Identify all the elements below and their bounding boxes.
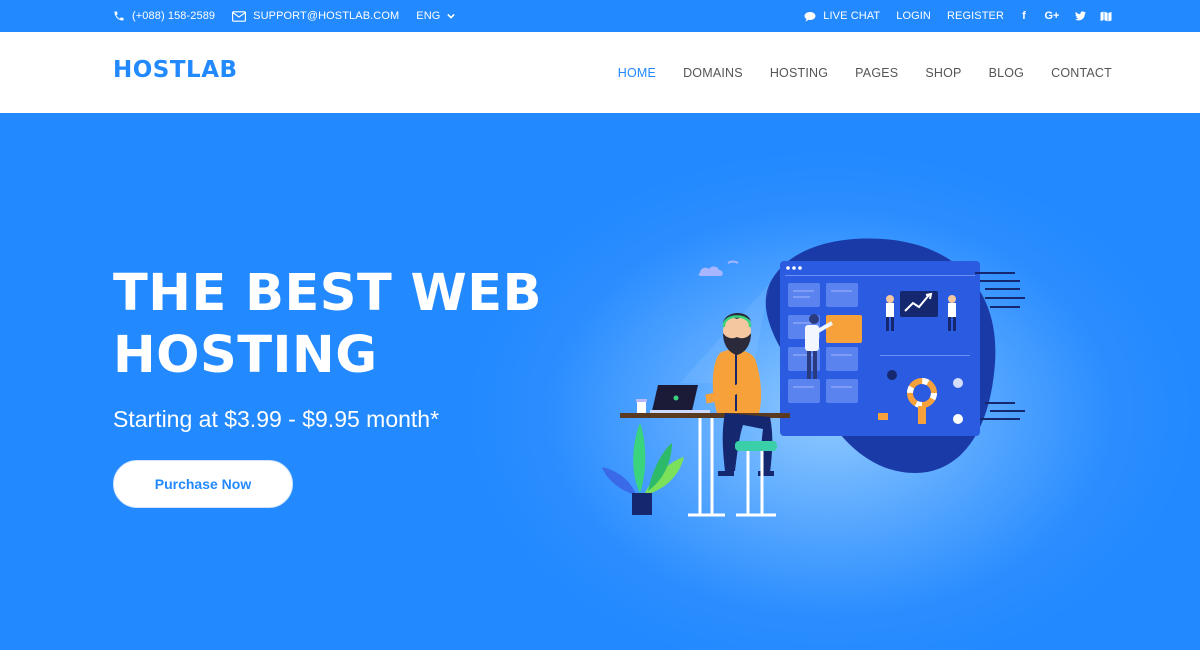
facebook-icon[interactable]: f — [1018, 9, 1030, 23]
register-label: REGISTER — [946, 10, 1004, 22]
hero-title-line-2: HOSTING — [113, 326, 378, 385]
map-icon[interactable] — [1100, 9, 1112, 23]
chevron-down-icon — [447, 13, 456, 19]
register-link[interactable]: REGISTER — [947, 10, 1004, 22]
phone-icon — [114, 11, 124, 21]
envelope-icon — [232, 10, 247, 22]
nav-home[interactable]: HOME — [618, 66, 656, 80]
top-bar: (+088) 158-2589 SUPPORT@HOSTLAB.COM ENG … — [0, 0, 1200, 32]
hero-title: THE BEST WEB HOSTING — [113, 263, 593, 387]
man-at-desk-figure — [705, 312, 774, 476]
google-plus-icon[interactable]: G+ — [1044, 9, 1060, 23]
highlighted-card — [826, 315, 862, 343]
phone-number: (+088) 158-2589 — [132, 10, 216, 22]
twitter-icon[interactable] — [1074, 9, 1086, 23]
nav-contact[interactable]: CONTACT — [1051, 66, 1112, 80]
nav-shop[interactable]: SHOP — [925, 66, 961, 80]
nav-hosting[interactable]: HOSTING — [770, 66, 828, 80]
language-selector[interactable]: ENG — [416, 10, 456, 22]
hero-illustration — [602, 238, 1025, 517]
nav-pages[interactable]: PAGES — [855, 66, 898, 80]
login-label: LOGIN — [896, 10, 931, 22]
main-header: HOSTLAB HOME DOMAINS HOSTING PAGES SHOP … — [0, 32, 1200, 113]
nav-domains[interactable]: DOMAINS — [683, 66, 743, 80]
live-chat-label: LIVE CHAT — [823, 10, 881, 22]
email-contact[interactable]: SUPPORT@HOSTLAB.COM — [232, 10, 399, 22]
chat-icon — [804, 11, 816, 21]
hero-section: THE BEST WEB HOSTING Starting at $3.99 -… — [0, 113, 1200, 650]
email-address: SUPPORT@HOSTLAB.COM — [253, 10, 400, 22]
stool-seat — [735, 441, 777, 451]
purchase-now-button[interactable]: Purchase Now — [113, 460, 293, 508]
live-chat-link[interactable]: LIVE CHAT — [804, 10, 880, 22]
site-logo[interactable]: HOSTLAB — [113, 57, 238, 83]
login-link[interactable]: LOGIN — [896, 10, 931, 22]
language-label: ENG — [416, 10, 441, 22]
hero-subtitle: Starting at $3.99 - $9.95 month* — [113, 406, 440, 432]
phone-contact[interactable]: (+088) 158-2589 — [113, 10, 215, 22]
plant — [602, 423, 684, 515]
main-nav: HOME DOMAINS HOSTING PAGES SHOP BLOG CON… — [591, 32, 1112, 113]
hero-title-line-1: THE BEST WEB — [113, 264, 543, 323]
nav-blog[interactable]: BLOG — [989, 66, 1025, 80]
cloud-shape — [698, 266, 723, 276]
